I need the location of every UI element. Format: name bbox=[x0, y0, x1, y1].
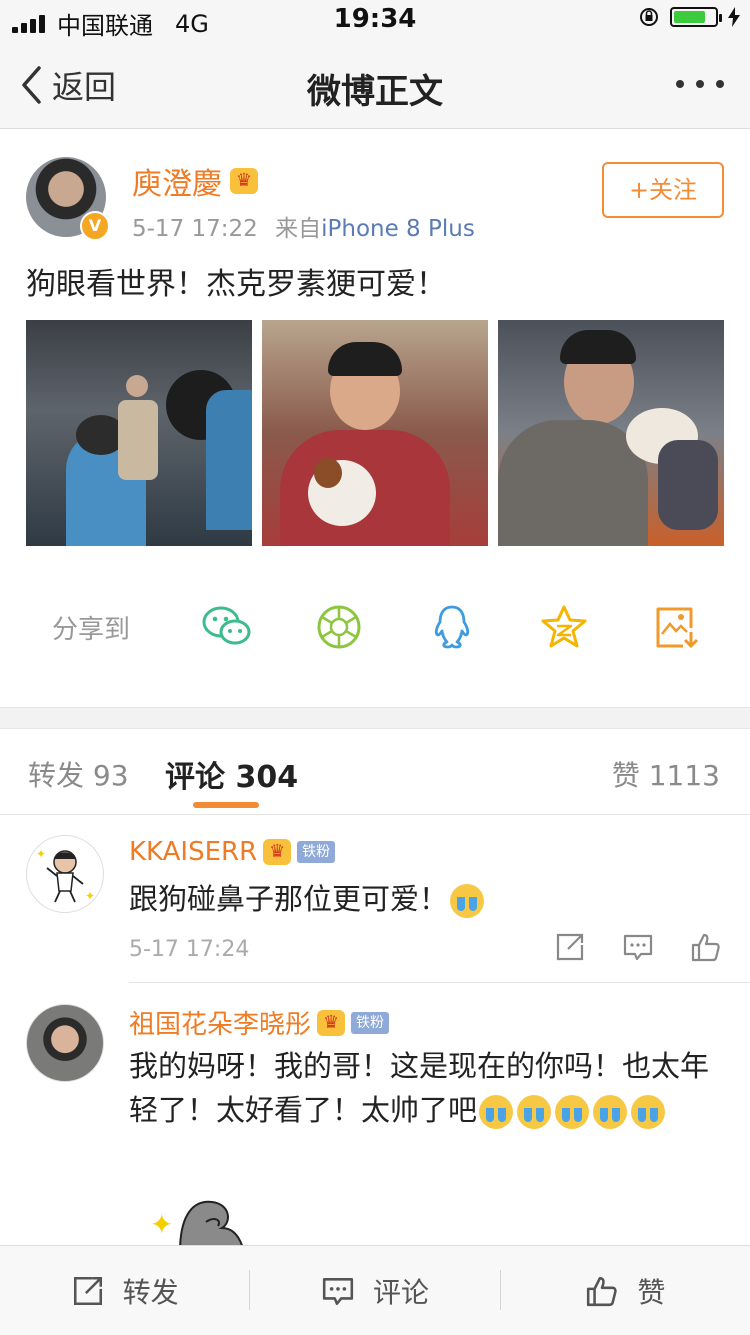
fan-badge: 铁粉 bbox=[297, 841, 336, 863]
crying-emoji-icon bbox=[631, 1095, 666, 1129]
weibo-post: V 庾澄慶 ♛ 5-17 17:22 来自iPhone 8 Plus +关注 狗… bbox=[0, 129, 750, 707]
comment-icon[interactable] bbox=[622, 931, 654, 963]
commenter-avatar[interactable] bbox=[26, 1004, 104, 1082]
interaction-tabs: 转发 93 评论 304 赞 1113 bbox=[0, 728, 750, 815]
post-text: 狗眼看世界！杰克罗素㹴可爱！ bbox=[26, 267, 446, 302]
charging-icon bbox=[728, 7, 740, 27]
share-label: 分享到 bbox=[52, 614, 131, 645]
comment-divider bbox=[129, 982, 750, 983]
qzone-share-button[interactable] bbox=[508, 604, 620, 650]
svg-text:✦: ✦ bbox=[150, 1208, 173, 1241]
comment-icon bbox=[322, 1277, 354, 1305]
repost-icon[interactable] bbox=[554, 931, 586, 963]
svg-text:✦: ✦ bbox=[36, 847, 46, 861]
post-time: 5-17 17:22 bbox=[132, 216, 258, 242]
cartoon-avatar-icon: ✦ ✦ bbox=[36, 847, 95, 903]
more-button[interactable] bbox=[676, 80, 724, 88]
sticker-image: ✦ bbox=[150, 1192, 260, 1245]
comment-item: 祖国花朵李晓彤 ♛ 铁粉 我的妈呀！我的哥！这是现在的你吗！也太年轻了！太好看了… bbox=[0, 984, 750, 1245]
repost-label: 转发 bbox=[122, 1275, 179, 1309]
commenter-name[interactable]: KKAISERR bbox=[129, 837, 257, 867]
crying-emoji-icon bbox=[479, 1095, 514, 1129]
save-image-button[interactable] bbox=[620, 604, 732, 650]
author-name[interactable]: 庾澄慶 bbox=[132, 159, 222, 203]
comment-time: 5-17 17:24 bbox=[129, 937, 250, 962]
like-icon[interactable] bbox=[690, 931, 722, 963]
commenter-avatar[interactable]: ✦ ✦ bbox=[26, 835, 104, 913]
comment-item: ✦ ✦ KKAISERR ♛ 铁粉 跟狗碰鼻子那位更可爱！ 5-17 17:24 bbox=[0, 815, 750, 983]
post-photo[interactable] bbox=[262, 320, 488, 546]
comment-text-row: 我的妈呀！我的哥！这是现在的你吗！也太年轻了！太好看了！太帅了吧 bbox=[129, 1044, 719, 1132]
moments-icon bbox=[317, 605, 361, 649]
post-photo[interactable] bbox=[26, 320, 252, 546]
wechat-icon bbox=[202, 606, 251, 645]
tab-reposts[interactable]: 转发 93 bbox=[28, 754, 129, 794]
post-source[interactable]: iPhone 8 Plus bbox=[321, 216, 475, 242]
commenter-name-row: 祖国花朵李晓彤 ♛ 铁粉 bbox=[129, 1004, 390, 1041]
more-dot-icon bbox=[696, 80, 704, 88]
crying-emoji-icon bbox=[517, 1095, 552, 1129]
page-title: 微博正文 bbox=[307, 72, 443, 112]
comment-text-row: 跟狗碰鼻子那位更可爱！ bbox=[129, 877, 719, 921]
save-image-icon bbox=[656, 607, 698, 649]
status-bar: 中国联通 4G 19:34 bbox=[0, 0, 750, 40]
vip-crown-icon: ♛ bbox=[317, 1009, 346, 1036]
share-row: 分享到 bbox=[52, 597, 732, 657]
moments-share-button[interactable] bbox=[283, 604, 395, 650]
qq-share-button[interactable] bbox=[396, 604, 508, 650]
author-name-row: 庾澄慶 ♛ bbox=[132, 159, 258, 203]
crying-emoji-icon bbox=[593, 1095, 628, 1129]
qzone-icon bbox=[541, 605, 587, 648]
commenter-name[interactable]: 祖国花朵李晓彤 bbox=[129, 1004, 311, 1041]
more-dot-icon bbox=[676, 80, 684, 88]
fan-badge: 铁粉 bbox=[351, 1011, 390, 1034]
qq-icon bbox=[434, 605, 469, 649]
like-button[interactable]: 赞 bbox=[501, 1246, 750, 1335]
comment-label: 评论 bbox=[372, 1275, 429, 1309]
repost-icon bbox=[73, 1276, 102, 1305]
active-tab-indicator bbox=[193, 802, 259, 808]
rotation-lock-icon bbox=[640, 8, 658, 26]
verified-badge-icon: V bbox=[80, 211, 110, 241]
follow-button[interactable]: +关注 bbox=[602, 162, 724, 218]
crying-emoji-icon bbox=[555, 1095, 590, 1129]
post-photo[interactable] bbox=[498, 320, 724, 546]
status-right bbox=[638, 6, 740, 28]
nav-bar: 返回 微博正文 bbox=[0, 40, 750, 129]
post-source-prefix: 来自 bbox=[275, 216, 322, 242]
vip-crown-icon: ♛ bbox=[230, 168, 258, 194]
post-meta: 5-17 17:22 来自iPhone 8 Plus bbox=[132, 209, 475, 243]
vip-crown-icon: ♛ bbox=[263, 839, 292, 865]
like-label: 赞 bbox=[637, 1275, 666, 1309]
comment-button[interactable]: 评论 bbox=[250, 1246, 499, 1335]
repost-button[interactable]: 转发 bbox=[0, 1246, 249, 1335]
comment-actions bbox=[554, 931, 722, 963]
battery-icon bbox=[670, 7, 722, 27]
cartoon-sticker-icon: ✦ bbox=[150, 1200, 243, 1245]
photo-grid bbox=[26, 320, 724, 546]
tab-likes[interactable]: 赞 1113 bbox=[612, 754, 720, 794]
more-dot-icon bbox=[716, 80, 724, 88]
tab-comments[interactable]: 评论 304 bbox=[165, 752, 298, 796]
crying-emoji-icon bbox=[450, 884, 485, 918]
section-gap bbox=[0, 707, 750, 729]
svg-text:✦: ✦ bbox=[85, 889, 95, 903]
commenter-name-row: KKAISERR ♛ 铁粉 bbox=[129, 837, 336, 867]
wechat-share-button[interactable] bbox=[171, 605, 283, 649]
like-icon bbox=[587, 1276, 617, 1306]
bottom-action-bar: 转发 评论 赞 bbox=[0, 1245, 750, 1335]
comment-text: 跟狗碰鼻子那位更可爱！ bbox=[129, 882, 449, 916]
